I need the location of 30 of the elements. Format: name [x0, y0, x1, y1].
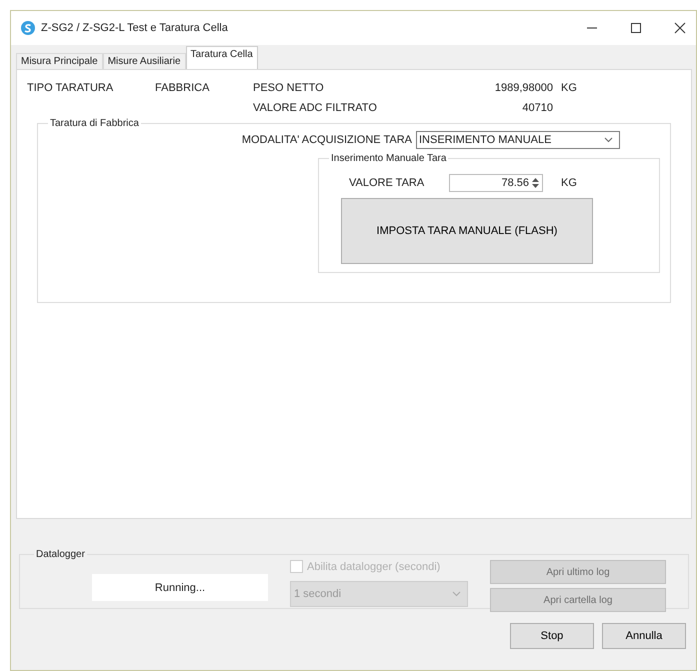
dialog-button[interactable]: Annulla [602, 623, 686, 649]
tab[interactable]: Misure Ausiliarie [102, 53, 186, 69]
spin-arrows-icon [531, 176, 540, 190]
field-value: FABBRICA [155, 82, 210, 94]
tab[interactable]: Misura Principale [16, 53, 103, 69]
group-title: Datalogger [35, 549, 86, 560]
group-title: Inserimento Manuale Tara [330, 153, 448, 164]
status-display: Running... [92, 574, 268, 601]
maximize-icon[interactable] [630, 22, 642, 34]
field-value: 1989,98000 [494, 82, 553, 94]
mode-dropdown[interactable]: INSERIMENTO MANUALE [416, 131, 620, 149]
field-label: VALORE TARA [349, 177, 426, 189]
field-label: MODALITA' ACQUISIZIONE TARA [242, 134, 412, 146]
field-label: VALORE ADC FILTRATO [253, 102, 378, 114]
chevron-icon [604, 137, 613, 143]
field-label: TIPO TARATURA [27, 82, 114, 94]
close-icon[interactable] [674, 22, 686, 34]
field-label: PESO NETTO [253, 82, 325, 94]
group-title: Taratura di Fabbrica [49, 118, 140, 129]
checkbox-label: Abilita datalogger (secondi) [307, 560, 440, 572]
app-logo-icon [21, 21, 35, 35]
window-title: Z-SG2 / Z-SG2-L Test e Taratura Cella [41, 22, 229, 34]
unit-label: KG [561, 177, 577, 189]
tare-spinbox[interactable]: 78.56 [449, 174, 543, 192]
dialog-button[interactable]: Stop [510, 623, 594, 649]
tab[interactable]: Taratura Cella [186, 46, 258, 69]
chevron-icon [452, 591, 461, 597]
field-value: 40710 [521, 102, 553, 114]
set-tare-button[interactable]: IMPOSTA TARA MANUALE (FLASH) [341, 198, 593, 264]
unit-label: KG [561, 82, 577, 94]
